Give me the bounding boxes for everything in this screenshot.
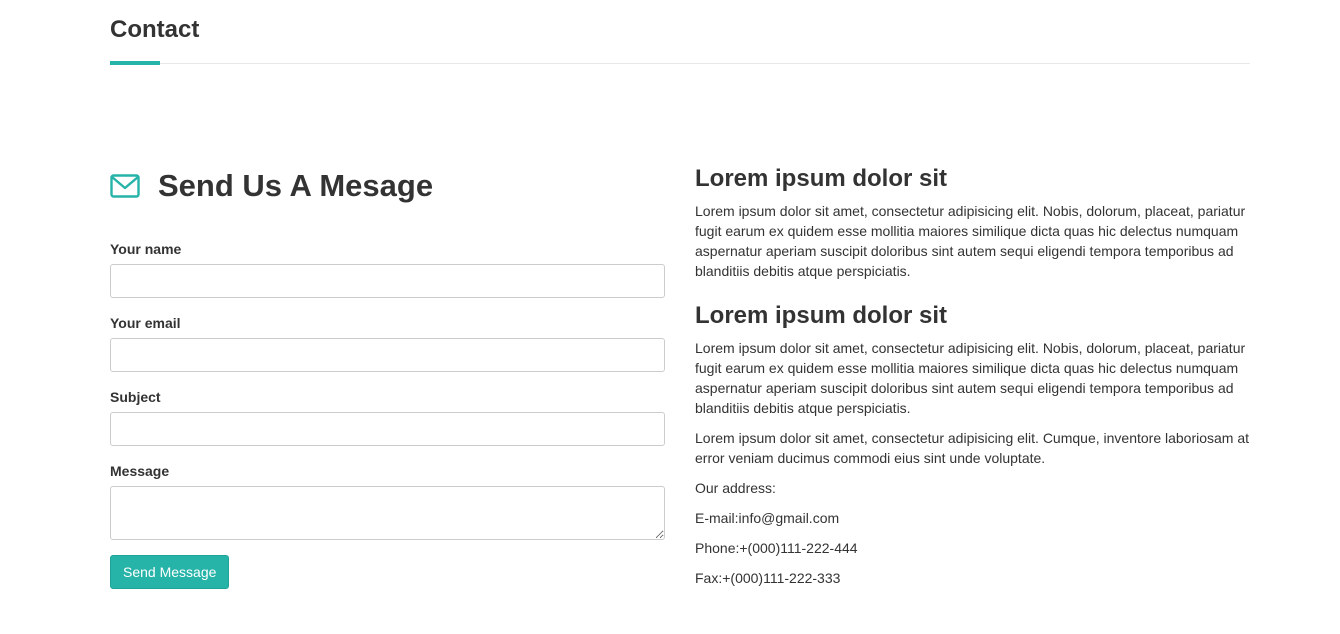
send-message-button[interactable]: Send Message bbox=[110, 555, 230, 589]
subject-input[interactable] bbox=[110, 412, 665, 446]
info-section-title-2: Lorem ipsum dolor sit bbox=[695, 302, 948, 329]
name-input[interactable] bbox=[110, 264, 665, 298]
phone-text: Phone:+(000)111-222-444 bbox=[695, 540, 858, 556]
subject-label: Subject bbox=[110, 389, 161, 405]
contact-form: Your name Your email Subject Message Sen… bbox=[110, 240, 665, 589]
page-title: Contact bbox=[110, 16, 200, 43]
form-heading-text: Send Us A Mesage bbox=[158, 168, 434, 203]
contact-form-column: Send Us A Mesage Your name Your email Su… bbox=[110, 160, 665, 589]
info-section-text-2: Lorem ipsum dolor sit amet, consectetur … bbox=[695, 340, 1246, 416]
page-header: Contact bbox=[110, 0, 1250, 65]
name-label: Your name bbox=[110, 241, 182, 257]
email-label: Your email bbox=[110, 315, 181, 331]
contact-info-column: Lorem ipsum dolor sit Lorem ipsum dolor … bbox=[695, 164, 1250, 598]
info-section-title-1: Lorem ipsum dolor sit bbox=[695, 165, 948, 192]
fax-text: Fax:+(000)111-222-333 bbox=[695, 570, 841, 586]
email-input[interactable] bbox=[110, 338, 665, 372]
title-underline bbox=[110, 61, 160, 65]
info-section-text-1: Lorem ipsum dolor sit amet, consectetur … bbox=[695, 203, 1246, 279]
email-text: E-mail:info@gmail.com bbox=[695, 510, 840, 526]
info-extra-text: Lorem ipsum dolor sit amet, consectetur … bbox=[695, 430, 1250, 466]
envelope-icon bbox=[110, 174, 140, 198]
form-heading: Send Us A Mesage bbox=[110, 164, 665, 208]
address-label: Our address: bbox=[695, 480, 776, 496]
message-label: Message bbox=[110, 463, 170, 479]
message-textarea[interactable] bbox=[110, 486, 665, 540]
